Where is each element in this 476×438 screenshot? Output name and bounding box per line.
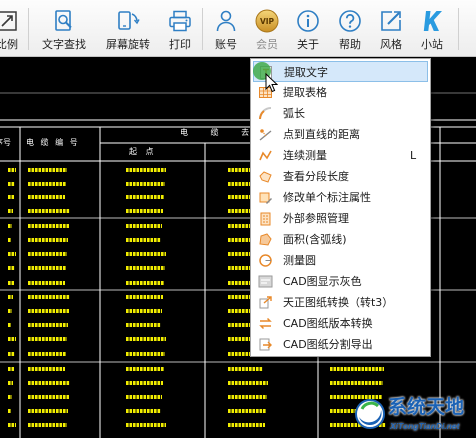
header-cable-route: 电 缆 去: [180, 128, 260, 137]
watermark: 系统天地 XiTongTianDi.net: [352, 390, 476, 438]
menu-item-label: CAD图显示灰色: [283, 275, 362, 288]
arc-length-icon: [258, 106, 273, 121]
menu-item-version-convert[interactable]: CAD图纸版本转换: [253, 313, 428, 334]
menu-item-label: 外部参照管理: [283, 212, 349, 225]
menu-item-extract-text[interactable]: 提取文字: [253, 61, 428, 82]
menu-item-label: 面积(含弧线): [283, 233, 347, 246]
vip-button-label: 会员: [256, 38, 278, 51]
scale-icon: [0, 9, 19, 33]
k-site-icon: [420, 9, 444, 33]
screen-rotate-icon: [116, 9, 140, 33]
menu-item-split-export[interactable]: CAD图纸分割导出: [253, 334, 428, 355]
menu-item-continuous-measure[interactable]: 连续测量 L: [253, 145, 428, 166]
watermark-domain: XiTongTianDi.net: [390, 421, 460, 431]
print-button-label: 打印: [169, 38, 191, 51]
info-icon: [296, 9, 320, 33]
menu-item-tangent-convert[interactable]: 天正图纸转换（转t3）: [253, 292, 428, 313]
screen-rotate-button-label: 屏幕旋转: [106, 38, 150, 51]
segment-length-icon: [258, 169, 273, 184]
header-cable-number: 电 缆 编 号: [26, 138, 80, 147]
account-button[interactable]: 账号: [208, 0, 244, 56]
watermark-name: 系统天地: [388, 396, 465, 418]
account-icon: [214, 9, 238, 33]
point-line-distance-icon: [258, 127, 273, 142]
menu-item-extract-table[interactable]: 提取表格: [253, 82, 428, 103]
tangent-convert-icon: [258, 295, 273, 310]
account-button-label: 账号: [215, 38, 237, 51]
scale-button[interactable]: 比例: [0, 0, 28, 56]
menu-item-label: 测量圆: [283, 254, 316, 267]
screen-rotate-button[interactable]: 屏幕旋转: [100, 0, 156, 56]
menu-item-label: 查看分段长度: [283, 170, 349, 183]
about-button[interactable]: 关于: [290, 0, 326, 56]
menu-item-shortcut: L: [410, 149, 417, 162]
measure-circle-icon: [258, 253, 273, 268]
xref-icon: [258, 211, 273, 226]
menu-item-point-line-distance[interactable]: 点到直线的距离: [253, 124, 428, 145]
vip-icon: VIP: [255, 9, 279, 33]
scale-button-label: 比例: [0, 38, 18, 51]
menu-item-segment-length[interactable]: 查看分段长度: [253, 166, 428, 187]
continuous-measure-icon: [258, 148, 273, 163]
menu-item-label: 提取文字: [284, 66, 328, 79]
toolbar-separator: [28, 8, 29, 50]
printer-icon: [168, 9, 192, 33]
header-start-point: 起 点: [129, 147, 157, 156]
toolbar-separator: [202, 8, 203, 50]
menu-item-measure-circle[interactable]: 测量圆: [253, 250, 428, 271]
site-button-label: 小站: [421, 38, 443, 51]
style-button[interactable]: 风格: [373, 0, 409, 56]
site-button[interactable]: 小站: [414, 0, 450, 56]
menu-item-xref-manager[interactable]: 外部参照管理: [253, 208, 428, 229]
menu-item-label: 连续测量: [283, 149, 327, 162]
style-icon: [379, 9, 403, 33]
about-button-label: 关于: [297, 38, 319, 51]
menu-item-gray-display[interactable]: CAD图显示灰色: [253, 271, 428, 292]
split-export-icon: [258, 337, 273, 352]
toolbar: 比例 文字查找 屏幕旋转 打印 账号 VIP 会员: [0, 0, 476, 57]
help-button[interactable]: 帮助: [332, 0, 368, 56]
menu-item-label: 修改单个标注属性: [283, 191, 371, 204]
text-search-icon: [52, 9, 76, 33]
menu-item-label: 弧长: [283, 107, 305, 120]
help-icon: [338, 9, 362, 33]
menu-item-label: 点到直线的距离: [283, 128, 360, 141]
vip-button[interactable]: VIP 会员: [249, 0, 285, 56]
print-button[interactable]: 打印: [162, 0, 198, 56]
menu-item-label: CAD图纸分割导出: [283, 338, 373, 351]
edit-dimension-icon: [258, 190, 273, 205]
menu-item-label: CAD图纸版本转换: [283, 317, 373, 330]
menu-item-edit-dimension[interactable]: 修改单个标注属性: [253, 187, 428, 208]
help-button-label: 帮助: [339, 38, 361, 51]
menu-item-area[interactable]: 面积(含弧线): [253, 229, 428, 250]
toolbar-separator: [458, 8, 459, 50]
menu-item-arc-length[interactable]: 弧长: [253, 103, 428, 124]
version-convert-icon: [258, 316, 273, 331]
gray-display-icon: [258, 274, 273, 289]
area-icon: [258, 232, 273, 247]
style-button-label: 风格: [380, 38, 402, 51]
tools-dropdown-menu: 提取文字 提取表格 弧长 点到直线的距离 连续测量 L 查看分段长度 修改单个标…: [250, 58, 431, 357]
vip-badge-text: VIP: [260, 17, 275, 26]
watermark-logo-icon: [355, 399, 385, 429]
text-search-button-label: 文字查找: [42, 38, 86, 51]
mouse-cursor-icon: [265, 73, 278, 93]
menu-item-label: 提取表格: [283, 86, 327, 99]
text-search-button[interactable]: 文字查找: [36, 0, 92, 56]
menu-item-label: 天正图纸转换（转t3）: [283, 296, 394, 309]
header-index: 序号: [0, 138, 11, 147]
